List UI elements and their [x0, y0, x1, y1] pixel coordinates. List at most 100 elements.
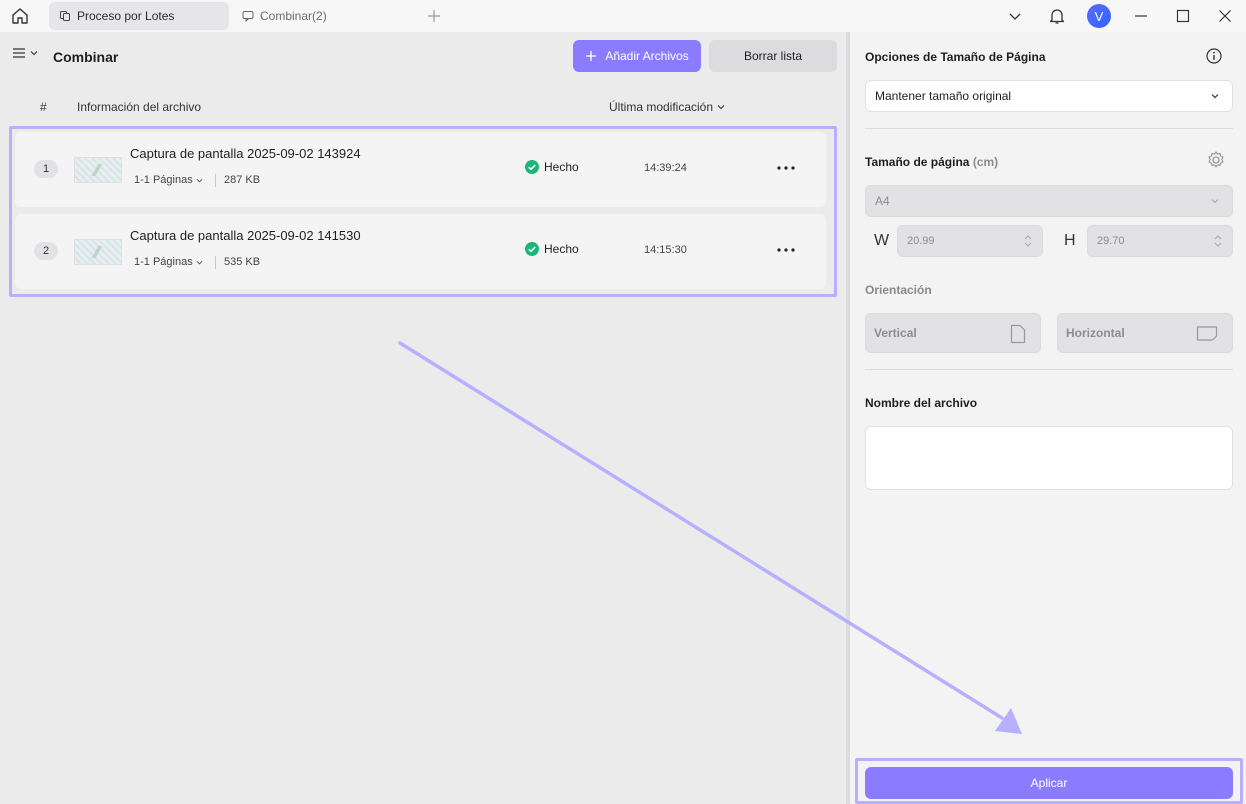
column-header-modified-label: Última modificación: [609, 100, 714, 114]
page-size-options-label: Opciones de Tamaño de Página: [865, 50, 1046, 64]
chevron-down-icon: [1211, 199, 1219, 204]
page-range-dropdown[interactable]: 1-1 Páginas: [134, 256, 203, 268]
page-title: Combinar: [53, 49, 119, 65]
file-name: Captura de pantalla 2025-09-02 143924: [130, 146, 361, 161]
file-thumbnail: [74, 157, 122, 183]
page-range-dropdown[interactable]: 1-1 Páginas: [134, 174, 203, 186]
height-input[interactable]: 29.70: [1087, 225, 1233, 257]
page-size-settings-button[interactable]: [1206, 150, 1226, 173]
height-label: H: [1064, 232, 1076, 249]
toolbar: Combinar Añadir Archivos Borrar lista: [0, 32, 846, 80]
divider: [865, 128, 1233, 129]
home-button[interactable]: [0, 0, 40, 32]
page-size-unit: (cm): [972, 155, 999, 169]
page-size-label: Tamaño de página (cm): [865, 155, 998, 169]
more-options-button[interactable]: [774, 158, 798, 178]
paper-size-value: A4: [875, 194, 890, 208]
title-bar: Proceso por Lotes Combinar(2) V: [0, 0, 1246, 32]
portrait-page-icon: [1010, 324, 1026, 344]
hamburger-icon: [13, 48, 25, 58]
status-badge: Hecho: [525, 160, 579, 174]
clear-list-button[interactable]: Borrar lista: [709, 40, 837, 72]
stepper-icon: [1024, 235, 1032, 247]
file-thumbnail: [74, 239, 122, 265]
divider: [865, 369, 1233, 370]
close-button[interactable]: [1204, 0, 1246, 32]
orientation-horizontal-label: Horizontal: [1066, 326, 1125, 340]
tab-combinar[interactable]: Combinar(2): [232, 2, 412, 30]
width-input[interactable]: 20.99: [897, 225, 1043, 257]
chevron-down-icon: [1211, 94, 1219, 99]
chevron-down-icon: [717, 105, 725, 110]
check-circle-icon: [525, 160, 539, 174]
divider: [215, 256, 216, 269]
apply-label: Aplicar: [1030, 776, 1068, 790]
column-header-modified[interactable]: Última modificación: [609, 100, 725, 114]
chevron-down-icon: [196, 178, 203, 182]
paper-size-select[interactable]: A4: [865, 185, 1233, 217]
more-horizontal-icon: [777, 248, 795, 252]
gear-icon: [1208, 151, 1224, 168]
landscape-page-icon: [1196, 326, 1218, 341]
row-index: 2: [34, 242, 58, 260]
file-list-panel: Combinar Añadir Archivos Borrar lista # …: [0, 32, 846, 804]
page-size-option-value: Mantener tamaño original: [875, 89, 1012, 103]
bell-icon: [1049, 9, 1065, 24]
width-value: 20.99: [907, 235, 935, 247]
home-icon: [12, 8, 28, 24]
add-files-button[interactable]: Añadir Archivos: [573, 40, 701, 72]
row-index: 1: [34, 160, 58, 178]
info-icon: [1206, 48, 1222, 64]
filename-input[interactable]: [865, 426, 1233, 490]
tab-label: Combinar(2): [260, 9, 327, 23]
chat-bubble-icon: [242, 10, 254, 22]
page-size-option-select[interactable]: Mantener tamaño original: [865, 80, 1233, 112]
check-circle-icon: [525, 242, 539, 256]
notifications-button[interactable]: [1036, 0, 1078, 32]
file-row[interactable]: 1 Captura de pantalla 2025-09-02 143924 …: [15, 132, 826, 207]
chevron-down-icon: [1009, 13, 1021, 20]
status-badge: Hecho: [525, 242, 579, 256]
dropdown-button[interactable]: [994, 0, 1036, 32]
height-value: 29.70: [1097, 235, 1125, 247]
orientation-vertical-button[interactable]: Vertical: [865, 313, 1041, 353]
modified-time: 14:39:24: [644, 162, 687, 174]
plus-icon: [586, 51, 597, 61]
chevron-down-icon: [30, 51, 38, 56]
plus-icon: [428, 10, 440, 22]
more-horizontal-icon: [777, 166, 795, 170]
filename-label: Nombre del archivo: [865, 396, 978, 410]
batch-icon: [59, 10, 71, 22]
tab-proceso-por-lotes[interactable]: Proceso por Lotes: [49, 2, 229, 30]
file-row[interactable]: 2 Captura de pantalla 2025-09-02 141530 …: [15, 214, 826, 289]
close-icon: [1219, 10, 1231, 22]
minimize-button[interactable]: [1120, 0, 1162, 32]
info-button[interactable]: [1206, 48, 1222, 67]
add-files-label: Añadir Archivos: [605, 49, 689, 63]
status-label: Hecho: [544, 160, 579, 174]
new-tab-button[interactable]: [422, 4, 446, 28]
orientation-vertical-label: Vertical: [874, 326, 917, 340]
menu-button[interactable]: [12, 46, 38, 60]
apply-button[interactable]: Aplicar: [865, 767, 1233, 799]
column-header-info: Información del archivo: [77, 100, 202, 114]
tab-label: Proceso por Lotes: [77, 9, 175, 23]
avatar: V: [1087, 4, 1111, 28]
account-button[interactable]: V: [1078, 0, 1120, 32]
chevron-down-icon: [196, 260, 203, 264]
maximize-icon: [1176, 9, 1190, 23]
maximize-button[interactable]: [1162, 0, 1204, 32]
status-label: Hecho: [544, 242, 579, 256]
file-size: 287 KB: [224, 174, 261, 186]
page-size-label-text: Tamaño de página: [865, 155, 970, 169]
page-range-label: 1-1 Páginas: [134, 174, 193, 186]
orientation-horizontal-button[interactable]: Horizontal: [1057, 313, 1233, 353]
width-label: W: [874, 232, 890, 249]
file-size: 535 KB: [224, 256, 261, 268]
orientation-label: Orientación: [865, 283, 932, 297]
more-options-button[interactable]: [774, 240, 798, 260]
minimize-icon: [1135, 15, 1147, 17]
settings-panel: Opciones de Tamaño de Página Mantener ta…: [850, 32, 1246, 804]
divider: [215, 174, 216, 187]
column-header-number: #: [40, 100, 47, 114]
